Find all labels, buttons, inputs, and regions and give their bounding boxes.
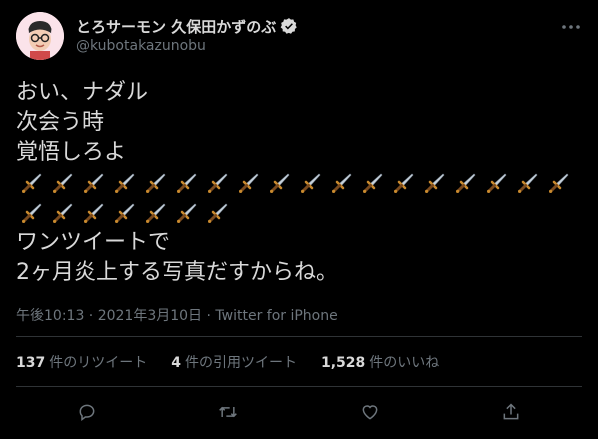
tweet-line: 次会う時 bbox=[16, 110, 105, 135]
dagger-icon bbox=[543, 168, 574, 198]
tweet-actions bbox=[16, 400, 582, 424]
dagger-icon bbox=[326, 168, 357, 198]
dagger-icon bbox=[78, 198, 109, 228]
tweet-line: 覚悟しろよ bbox=[16, 140, 127, 165]
dagger-icon bbox=[512, 168, 543, 198]
reply-icon[interactable] bbox=[75, 400, 99, 424]
retweet-stat[interactable]: 137 件のリツイート bbox=[16, 352, 147, 372]
more-icon[interactable] bbox=[560, 16, 582, 38]
share-icon[interactable] bbox=[499, 400, 523, 424]
dagger-icon bbox=[140, 168, 171, 198]
avatar[interactable] bbox=[16, 12, 64, 60]
tweet-line: 2ヶ月炎上する写真だすからね。 bbox=[16, 260, 338, 285]
dagger-icon bbox=[481, 168, 512, 198]
dagger-icon bbox=[16, 168, 47, 198]
tweet-text: おい、ナダル 次会う時 覚悟しろよ ワンツイートで 2ヶ月炎上する写真だすからね… bbox=[16, 78, 582, 288]
user-names: とろサーモン 久保田かずのぶ @kubotakazunobu bbox=[76, 15, 298, 54]
dagger-icon bbox=[264, 168, 295, 198]
dagger-icon bbox=[109, 168, 140, 198]
user-handle[interactable]: @kubotakazunobu bbox=[76, 38, 298, 54]
tweet-timestamp[interactable]: 午後10:13 · 2021年3月10日 · Twitter for iPhon… bbox=[16, 305, 338, 325]
divider bbox=[16, 336, 582, 337]
dagger-icon bbox=[388, 168, 419, 198]
dagger-icon bbox=[419, 168, 450, 198]
divider bbox=[16, 386, 582, 387]
like-icon[interactable] bbox=[358, 400, 382, 424]
like-count: 1,528 bbox=[320, 355, 366, 371]
retweet-icon[interactable] bbox=[216, 400, 240, 424]
dagger-icon bbox=[357, 168, 388, 198]
dagger-icon bbox=[47, 198, 78, 228]
retweet-count: 137 bbox=[16, 355, 46, 371]
dagger-icon bbox=[171, 168, 202, 198]
dagger-icon bbox=[140, 198, 171, 228]
dagger-icon bbox=[109, 198, 140, 228]
tweet-stats: 137 件のリツイート 4 件の引用ツイート 1,528 件のいいね bbox=[16, 352, 463, 372]
display-name[interactable]: とろサーモン 久保田かずのぶ bbox=[76, 16, 276, 37]
dagger-icon bbox=[47, 168, 78, 198]
dagger-emoji-row bbox=[16, 168, 582, 228]
tweet-header: とろサーモン 久保田かずのぶ @kubotakazunobu bbox=[16, 12, 582, 62]
display-name-row: とろサーモン 久保田かずのぶ bbox=[76, 15, 298, 37]
tweet-line: ワンツイートで bbox=[16, 230, 171, 255]
like-label: 件のいいね bbox=[369, 355, 440, 371]
dagger-icon bbox=[16, 198, 47, 228]
quote-label: 件の引用ツイート bbox=[184, 355, 297, 371]
dagger-icon bbox=[202, 198, 233, 228]
dagger-icon bbox=[450, 168, 481, 198]
dagger-icon bbox=[233, 168, 264, 198]
tweet-line: おい、ナダル bbox=[16, 80, 149, 105]
dagger-icon bbox=[78, 168, 109, 198]
quote-count: 4 bbox=[171, 355, 181, 371]
like-stat[interactable]: 1,528 件のいいね bbox=[321, 352, 439, 372]
dagger-icon bbox=[295, 168, 326, 198]
retweet-label: 件のリツイート bbox=[49, 355, 148, 371]
dagger-icon bbox=[171, 198, 202, 228]
dagger-icon bbox=[202, 168, 233, 198]
quote-stat[interactable]: 4 件の引用ツイート bbox=[171, 352, 297, 372]
verified-badge-icon bbox=[280, 17, 298, 35]
